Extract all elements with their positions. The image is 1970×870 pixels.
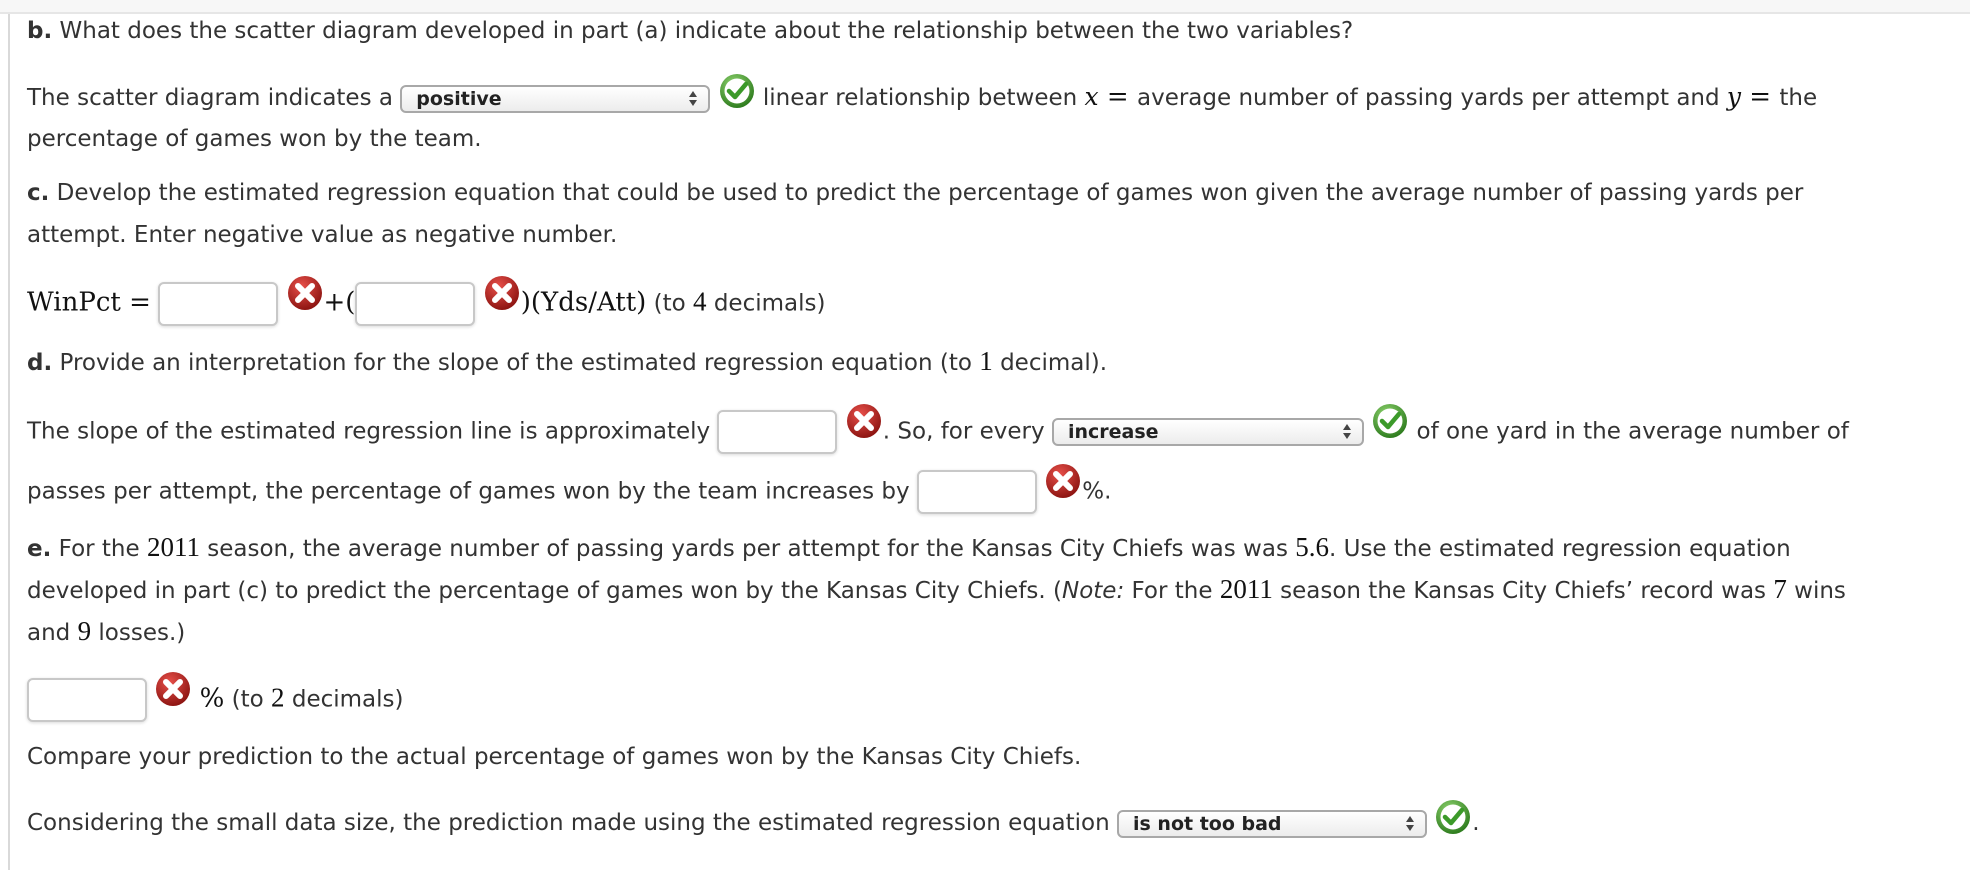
part-b-question-text: What does the scatter diagram developed … [52,18,1354,44]
part-d-question: d. Provide an interpretation for the slo… [27,344,1107,380]
text: losses.) [91,620,186,646]
consider-row: Considering the small data size, the pre… [27,800,1480,844]
check-icon [1371,402,1409,440]
part-c-question-line2: attempt. Enter negative value as negativ… [27,222,618,248]
equals-sign: = [1098,82,1137,112]
consider-text: Considering the small data size, the pre… [27,810,1117,836]
precision-number: 1 [979,346,993,376]
regression-equation-row: WinPct = +( )(Yds/Att) (to 4 decimals) [27,276,826,326]
precision-text: (to [224,686,272,713]
left-border [8,14,10,870]
part-d-answer-line2: passes per attempt, the percentage of ga… [27,464,1112,514]
text: season the Kansas City Chiefs’ record wa… [1272,578,1774,604]
equation-rhs: )(Yds/Att) [520,287,647,318]
note-label: Note: [1062,578,1125,604]
part-b-answer-line: The scatter diagram indicates a positive… [27,74,1818,118]
part-c-question-line1: Develop the estimated regression equatio… [49,180,1804,206]
check-icon [718,72,756,110]
change-direction-select-value: increase [1067,421,1159,443]
x-error-icon [286,274,324,312]
x-error-icon [483,274,521,312]
precision-text: (to [646,290,694,317]
period: . [1472,810,1480,836]
select-arrows-icon [1405,815,1415,833]
precision-text: decimals) [706,290,826,317]
part-d-answer-line1: The slope of the estimated regression li… [27,404,1849,454]
part-d-label: d. [27,350,53,376]
precision-text: decimals) [284,686,404,713]
precision-number: 4 [693,286,707,317]
part-d-question-text: Provide an interpretation for the slope … [52,350,980,376]
part-e-question-line1: e. For the 2011 season, the average numb… [27,530,1791,566]
equals-sign: = [1741,82,1780,112]
intercept-input[interactable] [158,282,279,326]
part-b-sentence-mid: linear relationship between [755,85,1085,111]
part-b-sentence-cont: percentage of games won by the team. [27,126,482,152]
select-arrows-icon [688,90,698,108]
part-e-label: e. [27,536,52,562]
top-bar [0,0,1970,14]
x-description: average number of passing yards per atte… [1136,85,1727,111]
select-arrows-icon [1342,423,1352,441]
relationship-select[interactable]: positive [400,84,711,113]
yards-per-attempt: 5.6 [1295,532,1329,562]
x-error-icon [1044,462,1082,500]
var-x: x [1084,82,1099,111]
text: season, the average number of passing ya… [199,536,1296,562]
season-year: 2011 [146,532,200,562]
text: and [27,620,78,646]
text: . Use the estimated regression equation [1328,536,1791,562]
part-c-question: c. Develop the estimated regression equa… [27,176,1803,210]
compare-text: Compare your prediction to the actual pe… [27,744,1082,770]
losses-count: 9 [77,616,92,646]
x-error-icon [845,402,883,440]
text: For the [51,536,147,562]
check-icon [1434,798,1472,836]
part-d-question-text: decimal). [992,350,1108,376]
slope-value-input[interactable] [717,410,838,454]
part-b-label: b. [27,18,53,44]
x-error-icon [154,670,192,708]
part-d-line2-pre: passes per attempt, the percentage of ga… [27,478,917,505]
prediction-input[interactable] [27,678,147,722]
prediction-quality-select[interactable]: is not too bad [1116,809,1427,838]
percent-increase-input[interactable] [916,470,1037,514]
prediction-quality-select-value: is not too bad [1132,812,1282,835]
part-e-question-line2: developed in part (c) to predict the per… [27,572,1846,608]
text: developed in part (c) to predict the per… [27,578,1062,604]
season-year: 2011 [1219,574,1273,604]
wins-count: 7 [1773,574,1787,604]
part-d-sentence-mid: . So, for every [882,418,1052,445]
precision-number: 2 [271,682,285,713]
part-c-label: c. [27,180,50,206]
part-e-question-line3: and 9 losses.) [27,614,185,650]
percent-sign: %. [1082,478,1112,505]
y-description: the [1779,85,1818,111]
text: For the [1124,578,1220,604]
part-d-sentence-post: of one yard in the average number of [1409,418,1849,445]
prediction-row: % (to 2 decimals) [27,672,404,722]
text: wins [1786,578,1846,604]
part-d-sentence-pre: The slope of the estimated regression li… [27,418,718,445]
change-direction-select[interactable]: increase [1051,418,1364,446]
relationship-select-value: positive [416,87,502,110]
percent-sign: % [199,683,225,714]
equation-plus: +( [323,287,356,318]
var-y: y [1726,82,1742,111]
equation-lhs: WinPct = [27,287,151,318]
part-b-question: b. What does the scatter diagram develop… [27,14,1353,48]
slope-input[interactable] [355,282,476,326]
part-b-sentence-pre: The scatter diagram indicates a [27,85,401,111]
